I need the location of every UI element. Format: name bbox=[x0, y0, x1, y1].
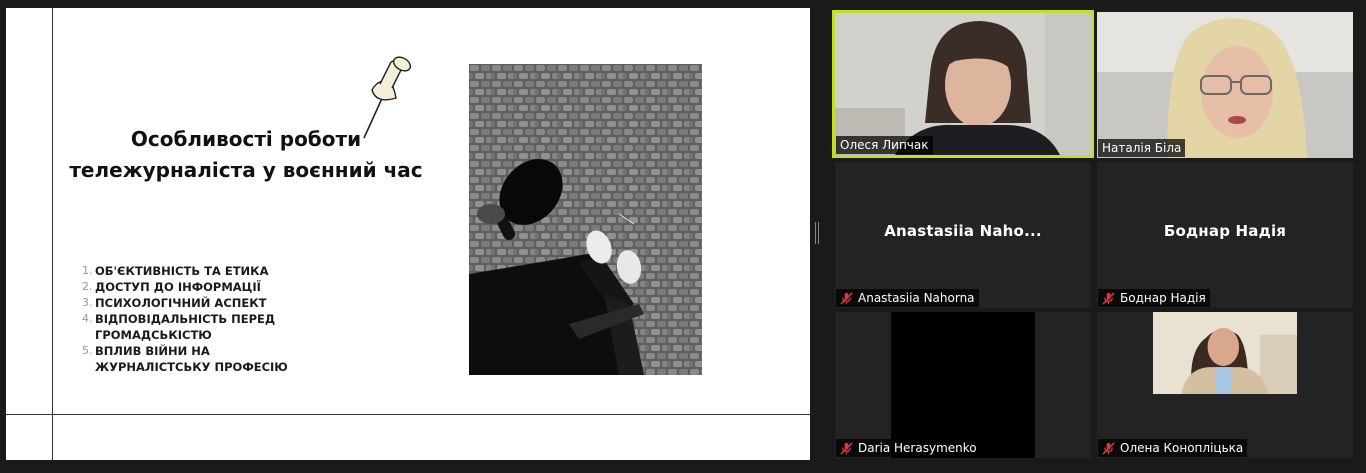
participant-name: Anastasiia Nahorna bbox=[858, 291, 975, 305]
list-number: 2. bbox=[82, 280, 93, 293]
participant-name: Боднар Надія bbox=[1120, 291, 1206, 305]
muted-microphone-icon bbox=[840, 441, 853, 455]
muted-microphone-icon bbox=[1102, 291, 1115, 305]
list-item: 5. ВПЛИВ ВІЙНИ НА ЖУРНАЛІСТСЬКУ ПРОФЕСІЮ bbox=[82, 343, 322, 375]
participant-tile-active[interactable]: Олеся Липчак bbox=[832, 10, 1094, 158]
participant-tile[interactable]: Наталія Біла bbox=[1097, 12, 1353, 158]
muted-microphone-icon bbox=[1102, 441, 1115, 455]
list-text: ПСИХОЛОГІЧНИЙ АСПЕКТ bbox=[95, 296, 267, 310]
list-item: 4. ВІДПОВІДАЛЬНІСТЬ ПЕРЕД ГРОМАДСЬКІСТЮ bbox=[82, 311, 322, 343]
list-text: ВІДПОВІДАЛЬНІСТЬ ПЕРЕД ГРОМАДСЬКІСТЮ bbox=[95, 312, 276, 342]
list-text: ОБ'ЄКТИВНІСТЬ ТА ЕТИКА bbox=[95, 264, 269, 278]
list-item: 3. ПСИХОЛОГІЧНИЙ АСПЕКТ bbox=[82, 295, 322, 311]
participant-name-label: Олеся Липчак bbox=[836, 136, 933, 154]
participant-name-label: Daria Herasymenko bbox=[836, 439, 981, 457]
participant-name-label: Боднар Надія bbox=[1098, 289, 1210, 307]
list-number: 4. bbox=[82, 312, 93, 325]
list-number: 3. bbox=[82, 296, 93, 309]
slide-vertical-rule bbox=[52, 8, 53, 460]
participant-video bbox=[891, 312, 1035, 458]
participant-tile[interactable]: Anastasiia Naho... Anastasiia Nahorna bbox=[835, 162, 1091, 308]
list-item: 2. ДОСТУП ДО ІНФОРМАЦІЇ bbox=[82, 279, 322, 295]
participant-name: Наталія Біла bbox=[1102, 141, 1182, 155]
list-text: ДОСТУП ДО ІНФОРМАЦІЇ bbox=[95, 280, 261, 294]
shared-screen-slide: Особливості роботи тележурналіста у воєн… bbox=[6, 8, 810, 460]
muted-microphone-icon bbox=[840, 291, 853, 305]
participant-name: Олеся Липчак bbox=[840, 138, 929, 152]
participant-name: Олена Конопліцька bbox=[1120, 441, 1244, 455]
panel-resize-handle[interactable] bbox=[815, 222, 819, 244]
list-text: ВПЛИВ ВІЙНИ НА ЖУРНАЛІСТСЬКУ ПРОФЕСІЮ bbox=[95, 344, 288, 374]
participant-display-name: Anastasiia Naho... bbox=[884, 222, 1042, 240]
participant-video bbox=[835, 13, 1091, 155]
reporter-photo bbox=[469, 64, 702, 375]
participant-name-label: Anastasiia Nahorna bbox=[836, 289, 979, 307]
slide-title: Особливості роботи тележурналіста у воєн… bbox=[69, 127, 423, 182]
participant-video bbox=[1097, 12, 1353, 158]
participant-tile[interactable]: Олена Конопліцька bbox=[1097, 312, 1353, 458]
list-number: 1. bbox=[82, 264, 93, 277]
slide-horizontal-rule bbox=[6, 414, 810, 415]
participant-name-label: Олена Конопліцька bbox=[1098, 439, 1248, 457]
list-number: 5. bbox=[82, 344, 93, 357]
participant-name-label: Наталія Біла bbox=[1098, 139, 1186, 157]
topic-list: 1. ОБ'ЄКТИВНІСТЬ ТА ЕТИКА 2. ДОСТУП ДО ІНФ… bbox=[82, 263, 322, 375]
participant-display-name: Боднар Надія bbox=[1163, 222, 1287, 240]
participant-name: Daria Herasymenko bbox=[858, 441, 977, 455]
participant-tile[interactable]: Daria Herasymenko bbox=[835, 312, 1091, 458]
participant-video bbox=[1153, 312, 1297, 395]
participant-tile[interactable]: Боднар Надія Боднар Надія bbox=[1097, 162, 1353, 308]
list-item: 1. ОБ'ЄКТИВНІСТЬ ТА ЕТИКА bbox=[82, 263, 322, 279]
